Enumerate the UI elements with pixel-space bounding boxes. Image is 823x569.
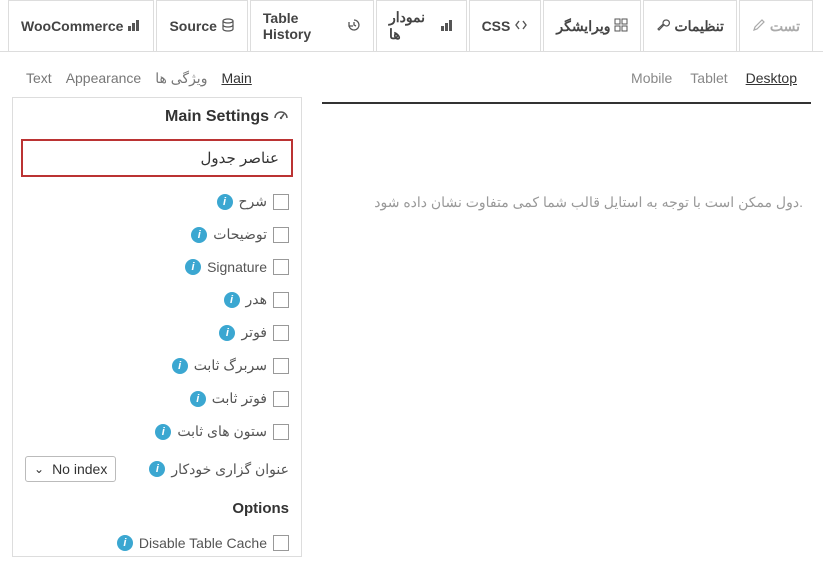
row-footer: i فوتر [13,316,301,349]
row-fixed-columns: i ستون های ثابت [13,415,301,448]
tab-settings[interactable]: تنظیمات [643,0,736,51]
info-icon[interactable]: i [172,358,188,374]
database-icon [221,18,235,35]
tab-label: تنظیمات [674,18,723,35]
checkbox-signature[interactable] [273,259,289,275]
checkbox-fixed-columns[interactable] [273,424,289,440]
checkbox-header[interactable] [273,292,289,308]
preview-note: دول ممکن است با توجه به استایل قالب شما … [322,194,811,211]
row-label: هدر [246,291,268,308]
row-disable-cache: i Disable Table Cache [13,527,301,557]
info-icon[interactable]: i [219,325,235,341]
checkbox-fixed-footer[interactable] [273,391,289,407]
row-header: i هدر [13,283,301,316]
main-area: Text Appearance ویژگی ها Main Main Setti… [0,52,823,569]
tab-css[interactable]: CSS [469,0,542,51]
pencil-icon [752,18,766,35]
subtab-appearance[interactable]: Appearance [62,68,146,89]
info-icon[interactable]: i [190,391,206,407]
row-fixed-header: i سربرگ ثابت [13,349,301,382]
tab-editor[interactable]: ویرایشگر [543,0,641,51]
row-label: سربرگ ثابت [194,357,267,374]
info-icon[interactable]: i [224,292,240,308]
top-tabs: WooCommerce Source Table History نمودار … [0,0,823,52]
row-label: عنوان گزاری خودکار [171,461,289,478]
row-auto-index: ⌄ No index i عنوان گزاری خودکار [13,448,301,490]
info-icon[interactable]: i [191,227,207,243]
tab-label: Source [169,18,216,34]
info-icon[interactable]: i [149,461,165,477]
tab-label: تست [770,18,800,35]
chevron-down-icon: ⌄ [34,462,44,476]
row-description: i توضیحات [13,218,301,251]
preview-content: Mobile Tablet Desktop دول ممکن است با تو… [302,64,811,557]
chart-icon [440,18,454,35]
settings-subtabs: Text Appearance ویژگی ها Main [12,64,302,93]
device-tab-tablet[interactable]: Tablet [686,68,731,88]
subtab-text[interactable]: Text [22,68,56,89]
tab-label: ویرایشگر [556,18,610,35]
panel-title-text: Main Settings [165,108,269,126]
checkbox-footer[interactable] [273,325,289,341]
device-tabs: Mobile Tablet Desktop [322,64,811,92]
row-label: فوتر [241,324,267,341]
row-signature: i Signature [13,251,301,283]
tab-source[interactable]: Source [156,0,247,51]
panel-title: Main Settings [13,98,301,135]
settings-sidebar: Text Appearance ویژگی ها Main Main Setti… [12,64,302,557]
row-label: توضیحات [213,226,267,243]
device-tab-mobile[interactable]: Mobile [627,68,676,88]
tab-test[interactable]: تست [739,0,813,51]
tab-charts[interactable]: نمودار ها [376,0,467,51]
info-icon[interactable]: i [185,259,201,275]
settings-panel[interactable]: Main Settings عناصر جدول i شرح i توضیحات… [12,97,302,557]
code-icon [514,18,528,35]
device-tab-desktop[interactable]: Desktop [742,68,801,88]
row-label: شرح [239,193,268,210]
tab-table-history[interactable]: Table History [250,0,374,51]
row-label: ستون های ثابت [177,423,267,440]
grid-icon [614,18,628,35]
checkbox-caption[interactable] [273,194,289,210]
history-icon [347,18,361,35]
subtab-main[interactable]: Main [217,68,255,89]
info-icon[interactable]: i [217,194,233,210]
section-table-elements: عناصر جدول [21,139,293,177]
tab-label: نمودار ها [389,9,436,43]
wrench-icon [656,18,670,35]
chart-icon [127,18,141,35]
checkbox-fixed-header[interactable] [273,358,289,374]
checkbox-description[interactable] [273,227,289,243]
row-fixed-footer: i فوتر ثابت [13,382,301,415]
gauge-icon [273,106,289,127]
auto-index-select[interactable]: ⌄ No index [25,456,116,482]
row-label: Signature [207,259,267,275]
tab-woocommerce[interactable]: WooCommerce [8,0,154,51]
subtab-features[interactable]: ویژگی ها [151,68,211,89]
row-label: فوتر ثابت [212,390,267,407]
tab-label: CSS [482,18,511,34]
options-title: Options [13,490,301,527]
tab-label: Table History [263,10,343,42]
tab-label: WooCommerce [21,18,123,34]
info-icon[interactable]: i [155,424,171,440]
select-value: No index [52,461,107,477]
preview-divider [322,102,811,104]
row-caption: i شرح [13,185,301,218]
